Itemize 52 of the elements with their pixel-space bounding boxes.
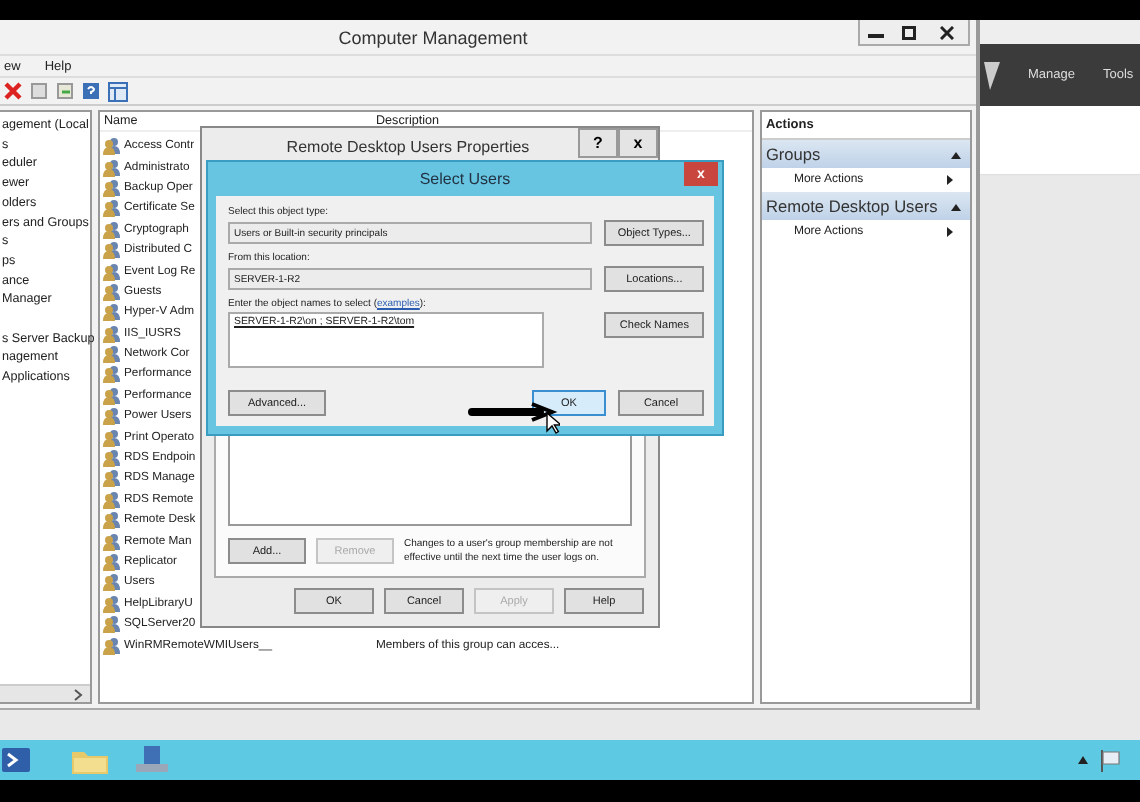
users-icon [102, 281, 122, 302]
actions-section-header[interactable]: Groups [761, 140, 970, 168]
folder-icon [72, 747, 108, 773]
users-icon [102, 635, 122, 656]
users-icon [102, 489, 122, 510]
users-icon [102, 531, 122, 552]
chevron-right-icon [72, 687, 84, 701]
users-icon [102, 364, 122, 385]
window-title: Computer Management [336, 27, 530, 47]
users-icon [102, 385, 122, 406]
annotation-arrow [468, 402, 560, 422]
users-icon [102, 177, 122, 198]
users-icon [102, 468, 122, 489]
users-icon [102, 344, 122, 365]
minimize-icon [868, 34, 884, 38]
users-icon [102, 157, 122, 178]
users-icon [102, 240, 122, 261]
users-icon [102, 593, 122, 614]
maximize-icon [901, 25, 915, 39]
users-icon [102, 323, 122, 344]
submenu-arrow-icon [946, 226, 954, 238]
close-icon [939, 25, 953, 39]
mouse-pointer-icon [546, 412, 560, 434]
help-button[interactable]: ? [578, 128, 618, 158]
document-icon [30, 82, 48, 100]
users-icon [102, 552, 122, 572]
users-icon [102, 219, 122, 240]
users-icon [102, 302, 122, 323]
users-icon [102, 448, 122, 469]
users-icon [102, 427, 122, 448]
users-icon [102, 198, 122, 219]
server-icon [134, 746, 170, 774]
users-icon [102, 572, 122, 593]
help-icon [82, 82, 100, 100]
users-icon [102, 510, 122, 531]
collapse-icon [950, 149, 962, 159]
export-icon [56, 82, 74, 100]
users-icon [102, 614, 122, 635]
collapse-icon [950, 201, 962, 211]
users-icon [102, 406, 122, 427]
dialog-title: Remote Desktop Users Properties [284, 137, 532, 155]
submenu-arrow-icon [946, 174, 954, 186]
panel-icon [108, 81, 128, 101]
users-icon [102, 261, 122, 282]
terminal-icon [2, 748, 30, 772]
delete-icon [4, 82, 22, 100]
close-button[interactable]: x [618, 128, 658, 158]
scrollbar[interactable] [0, 684, 90, 702]
caret-up-icon [1078, 756, 1088, 764]
dialog-title: Select Users [419, 170, 511, 188]
actions-section-header[interactable]: Remote Desktop Users [761, 192, 970, 220]
users-icon [102, 136, 122, 157]
